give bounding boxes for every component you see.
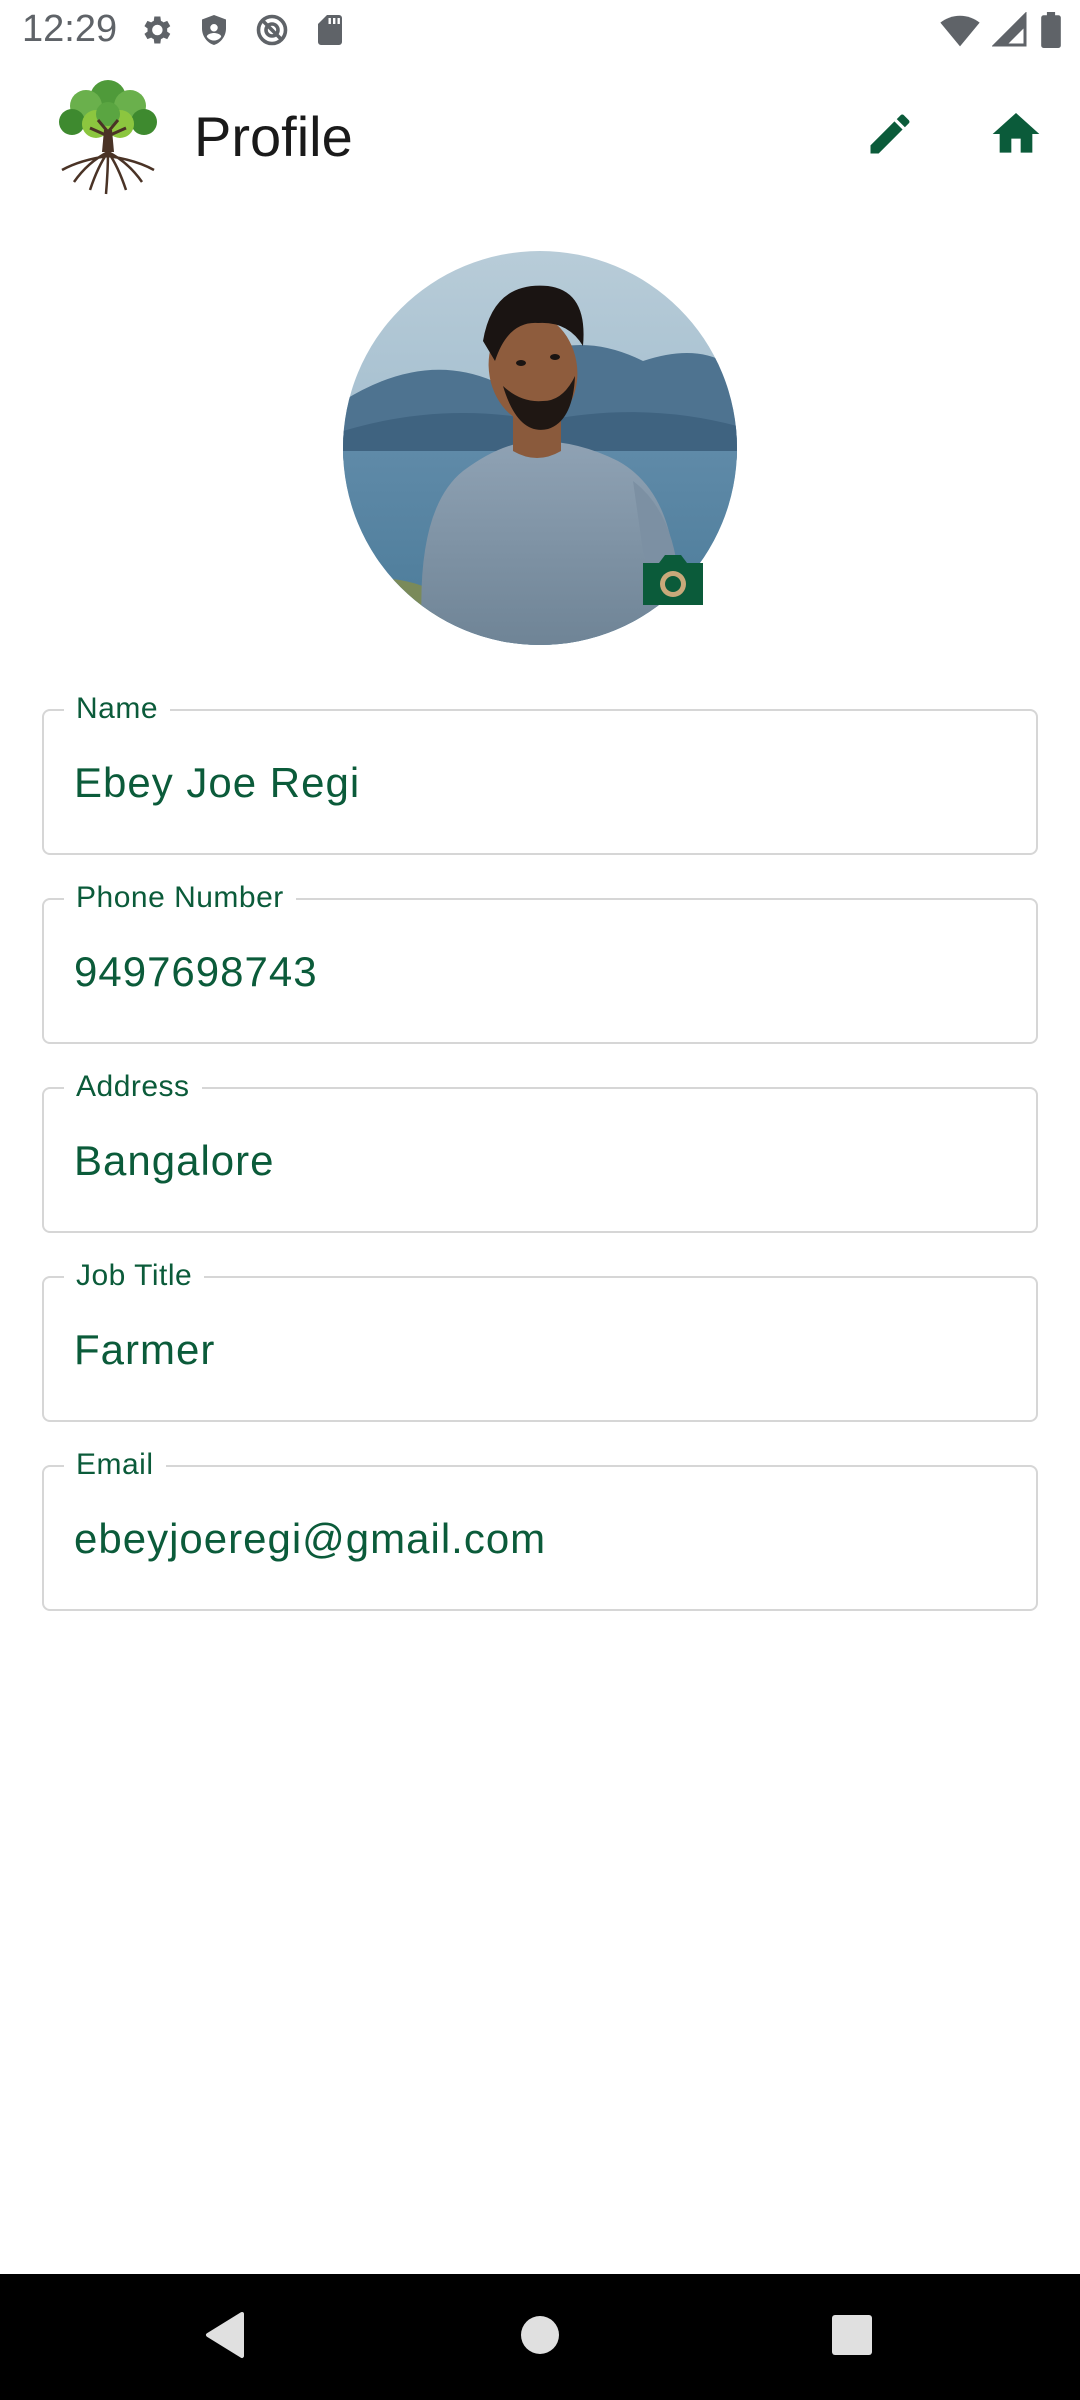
job-title-label: Job Title [64,1256,205,1296]
status-icons-left [138,12,348,48]
edit-button[interactable] [858,104,922,168]
home-circle-icon [520,2315,560,2360]
status-bar: 12:29 [0,0,1080,60]
tree-logo-icon [52,74,164,196]
avatar-container [343,251,737,645]
settings-icon [138,12,174,48]
camera-icon [639,555,707,613]
email-field[interactable]: Email [42,1445,1038,1611]
address-field[interactable]: Address [42,1067,1038,1233]
job-title-field[interactable]: Job Title [42,1256,1038,1422]
phone-number-label: Phone Number [64,878,296,918]
address-input[interactable] [74,1135,1004,1187]
back-icon [202,2310,248,2365]
wifi-icon [940,12,980,48]
shield-icon [196,12,232,48]
home-icon [988,106,1044,167]
job-title-input[interactable] [74,1324,1004,1376]
recents-icon [831,2314,873,2361]
nav-back-button[interactable] [185,2297,265,2377]
status-icons-right [940,12,1062,48]
name-label: Name [64,689,171,729]
edit-icon [864,108,916,165]
app-bar: Profile [0,60,1080,210]
name-input[interactable] [74,757,1004,809]
at-sign-icon [254,12,290,48]
system-nav-bar [0,2274,1080,2400]
status-time: 12:29 [22,8,118,50]
page-title: Profile [194,105,353,168]
cellular-signal-icon [992,12,1028,48]
change-photo-button[interactable] [639,551,707,609]
sd-card-icon [312,12,348,48]
nav-recents-button[interactable] [812,2297,892,2377]
email-label: Email [64,1445,166,1485]
name-field[interactable]: Name [42,689,1038,855]
phone-number-input[interactable] [74,946,1004,998]
phone-number-field[interactable]: Phone Number [42,878,1038,1044]
email-input[interactable] [74,1513,1004,1565]
battery-icon [1040,12,1062,48]
home-button[interactable] [984,104,1048,168]
nav-home-button[interactable] [500,2297,580,2377]
address-label: Address [64,1067,202,1107]
